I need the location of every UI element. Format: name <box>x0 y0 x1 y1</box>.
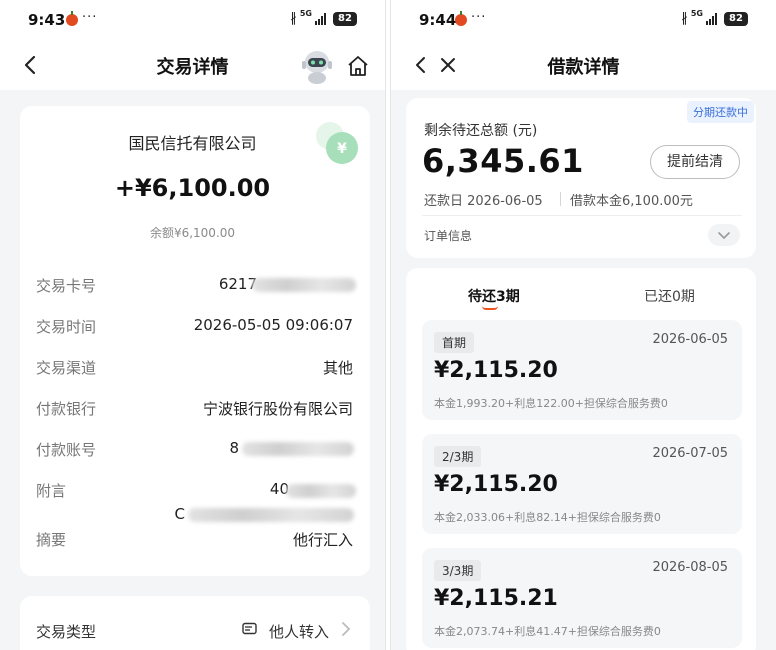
due-date-text: 还款日 2026-06-05 <box>424 194 543 209</box>
page-title: 借款详情 <box>547 57 620 78</box>
installment-card[interactable]: 3/3期 2026-08-05 ¥2,115.21 本金2,073.74+利息4… <box>422 548 742 648</box>
chevron-right-icon <box>342 622 351 636</box>
summary-value: 他行汇入 <box>292 531 353 549</box>
network-type: 5G <box>299 9 312 18</box>
remark-value-line2: C <box>174 505 185 523</box>
transfer-type-icon <box>242 622 257 635</box>
installment-tag: 首期 <box>434 332 475 353</box>
installment-breakdown: 本金1,993.20+利息122.00+担保综合服务费0 <box>434 397 668 410</box>
installment-card[interactable]: 首期 2026-06-05 ¥2,115.20 本金1,993.20+利息122… <box>422 320 742 420</box>
type-value: 他人转入 <box>268 623 329 641</box>
network-type: 5G <box>690 9 703 18</box>
nav-bar: 借款详情 <box>391 40 776 90</box>
status-indicators: ∦ 5G 82 <box>290 9 357 26</box>
redacted-payer-account <box>242 442 354 456</box>
installment-status-badge: 分期还款中 <box>687 101 754 123</box>
redacted-remark-line2 <box>188 508 354 522</box>
installment-date: 2026-08-05 <box>652 560 728 575</box>
installment-amount: ¥2,115.20 <box>434 358 558 383</box>
transaction-amount: +¥6,100.00 <box>114 174 271 202</box>
bluetooth-icon: ∦ <box>681 11 688 26</box>
battery-level: 82 <box>333 11 357 26</box>
installment-amount: ¥2,115.20 <box>434 472 558 497</box>
channel-value: 其他 <box>322 359 353 377</box>
battery-level: 82 <box>724 11 748 26</box>
installment-amount: ¥2,115.21 <box>434 586 558 611</box>
order-info-toggle[interactable] <box>708 224 740 246</box>
order-info-label[interactable]: 订单信息 <box>424 227 472 244</box>
chevron-down-icon <box>718 232 730 240</box>
divider <box>422 215 742 216</box>
payer-account-value: 8 <box>229 439 239 457</box>
prepay-settle-button[interactable]: 提前结清 <box>650 145 740 179</box>
signal-icon <box>706 12 717 25</box>
card-number-label: 交易卡号 <box>36 277 97 295</box>
tab-paid[interactable]: 已还0期 <box>644 286 695 306</box>
redacted-remark-line1 <box>286 484 356 498</box>
installment-breakdown: 本金2,073.74+利息41.47+担保综合服务费0 <box>434 625 661 638</box>
bluetooth-icon: ∦ <box>290 11 297 26</box>
installment-tag: 2/3期 <box>434 446 482 467</box>
left-screen-transaction-detail: 9:43 ··· ∦ 5G 82 交易详情 ¥ 国民信托有限公司 +¥6,100… <box>0 0 386 650</box>
status-time: 9:44 <box>419 11 457 29</box>
summary-label: 摘要 <box>36 531 67 549</box>
active-tab-indicator <box>482 306 498 310</box>
assistant-robot-icon[interactable] <box>300 48 334 84</box>
type-label: 交易类型 <box>36 623 97 641</box>
balance-text: 余额¥6,100.00 <box>149 226 236 240</box>
time-label: 交易时间 <box>36 318 97 336</box>
time-value: 2026-05-05 09:06:07 <box>193 316 353 334</box>
status-bar: 9:44 ··· ∦ 5G 82 <box>391 0 776 40</box>
home-icon[interactable] <box>346 54 370 78</box>
payer-account-label: 付款账号 <box>36 441 97 459</box>
status-dots: ··· <box>471 10 487 25</box>
remaining-total-amount: 6,345.61 <box>422 142 584 180</box>
status-indicators: ∦ 5G 82 <box>681 9 748 26</box>
status-dots: ··· <box>82 10 98 25</box>
payer-bank-label: 付款银行 <box>36 400 97 418</box>
signal-icon <box>315 12 326 25</box>
installment-date: 2026-06-05 <box>652 332 728 347</box>
installment-tag: 3/3期 <box>434 560 482 581</box>
tab-pending[interactable]: 待还3期 <box>468 286 520 306</box>
persimmon-icon <box>455 11 467 26</box>
principal-text: 借款本金6,100.00元 <box>570 194 693 209</box>
status-time: 9:43 <box>28 11 66 29</box>
payer-bank-value: 宁波银行股份有限公司 <box>202 400 353 418</box>
persimmon-icon <box>66 11 78 26</box>
remaining-total-label: 剩余待还总额 (元) <box>424 123 538 139</box>
installment-date: 2026-07-05 <box>652 446 728 461</box>
channel-label: 交易渠道 <box>36 359 97 377</box>
remark-label: 附言 <box>36 482 67 500</box>
status-bar: 9:43 ··· ∦ 5G 82 <box>0 0 385 40</box>
company-name: 国民信托有限公司 <box>128 134 257 153</box>
redacted-card-number <box>252 278 356 292</box>
nav-bar: 交易详情 <box>0 40 385 90</box>
installment-breakdown: 本金2,033.06+利息82.14+担保综合服务费0 <box>434 511 661 524</box>
meta-separator <box>560 192 561 206</box>
installment-card[interactable]: 2/3期 2026-07-05 ¥2,115.20 本金2,033.06+利息8… <box>422 434 742 534</box>
